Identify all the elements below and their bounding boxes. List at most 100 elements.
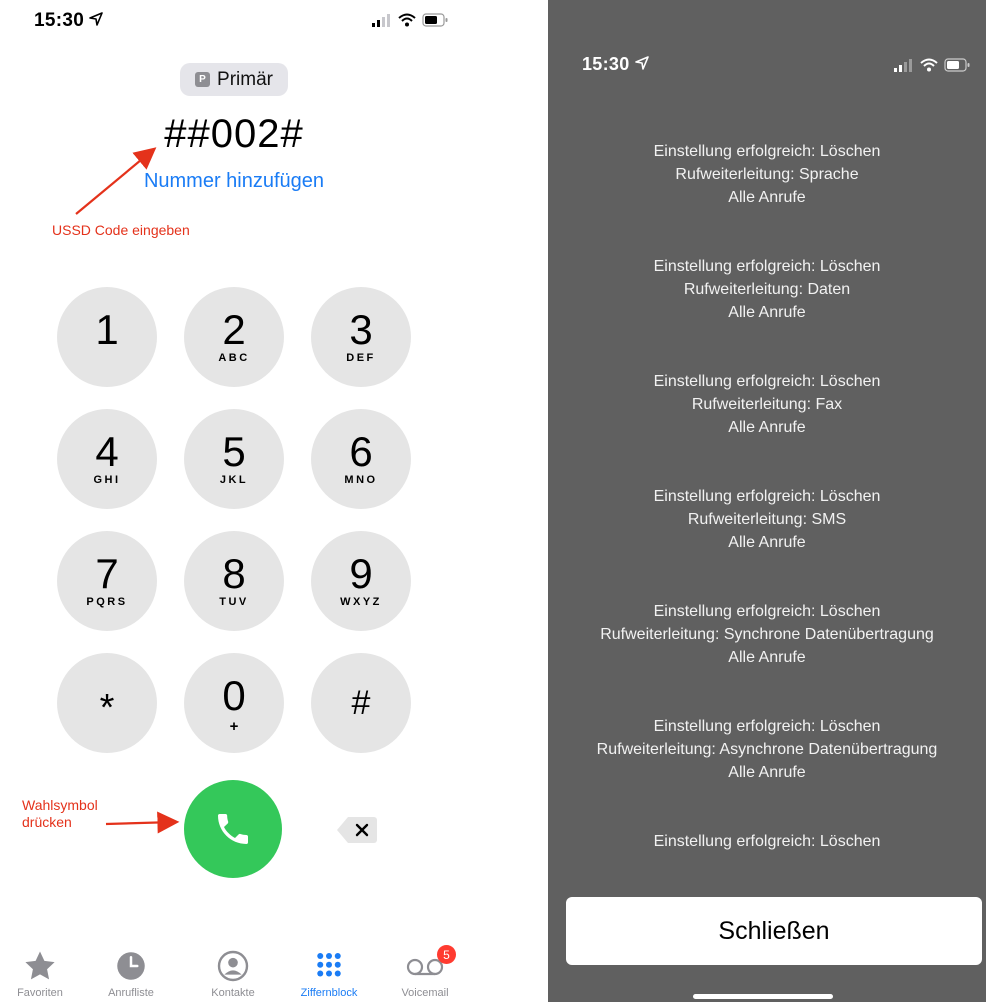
key-7[interactable]: 7 PQRS xyxy=(57,531,157,631)
clock-icon xyxy=(117,952,145,980)
screenshot-composite: 15:30 P Primär ##002# Nummer hinzufügen … xyxy=(0,0,986,1002)
key-digit: # xyxy=(351,684,371,722)
key-star[interactable]: * xyxy=(57,653,157,753)
key-digit: 3 xyxy=(349,306,373,353)
ussd-message: Einstellung erfolgreich: Löschen xyxy=(548,830,986,852)
msg-line: Rufweiterleitung: Fax xyxy=(691,396,843,413)
msg-line: Einstellung erfolgreich: Löschen xyxy=(653,718,881,735)
msg-line: Alle Anrufe xyxy=(728,649,806,666)
key-hash[interactable]: # xyxy=(311,653,411,753)
dialed-number: ##002# xyxy=(164,112,304,156)
key-2[interactable]: 2 ABC xyxy=(184,287,284,387)
ussd-result-screen: 15:30 Einstellung erfolgreich: Löschen Ru… xyxy=(548,0,986,1002)
keypad-icon xyxy=(317,953,341,977)
line-badge-icon: P xyxy=(195,72,211,87)
msg-line: Rufweiterleitung: Synchrone Datenübertra… xyxy=(600,626,934,643)
msg-line: Alle Anrufe xyxy=(728,764,806,781)
msg-line: Rufweiterleitung: Daten xyxy=(683,281,851,298)
msg-line: Einstellung erfolgreich: Löschen xyxy=(653,373,881,390)
msg-line: Einstellung erfolgreich: Löschen xyxy=(653,258,881,275)
voicemail-badge: 5 xyxy=(437,945,456,964)
dialer-screen: 15:30 P Primär ##002# Nummer hinzufügen … xyxy=(0,0,468,1002)
call-annotation: Wahlsymbol drücken xyxy=(22,797,98,830)
key-digit: 7 xyxy=(95,550,119,597)
key-digit: 5 xyxy=(222,428,246,475)
msg-line: Einstellung erfolgreich: Löschen xyxy=(653,143,881,160)
key-digit: 2 xyxy=(222,306,246,353)
msg-line: Alle Anrufe xyxy=(728,534,806,551)
msg-line: Rufweiterleitung: Sprache xyxy=(675,166,859,183)
ussd-message: Einstellung erfolgreich: Löschen Rufweite… xyxy=(548,715,986,784)
key-digit: 1 xyxy=(95,306,119,353)
status-bar: 15:30 xyxy=(548,0,986,74)
tab-anrufliste[interactable]: Anrufliste xyxy=(86,948,176,999)
msg-line: Einstellung erfolgreich: Löschen xyxy=(653,833,881,850)
tab-voicemail[interactable]: 5 Voicemail xyxy=(380,945,470,999)
key-letters: GHI xyxy=(93,474,121,486)
msg-line: Rufweiterleitung: SMS xyxy=(687,511,847,528)
tab-kontakte[interactable]: Kontakte xyxy=(188,948,278,999)
status-bar: 15:30 xyxy=(0,10,468,34)
ussd-message: Einstellung erfolgreich: Löschen Rufweite… xyxy=(548,485,986,554)
key-digit: 9 xyxy=(349,550,373,597)
tab-ziffernblock[interactable]: Ziffernblock xyxy=(284,948,374,999)
tab-label: Kontakte xyxy=(211,987,255,999)
battery-icon xyxy=(944,58,970,72)
call-arrow xyxy=(105,811,180,834)
call-button[interactable] xyxy=(184,780,282,878)
key-4[interactable]: 4 GHI xyxy=(57,409,157,509)
ussd-message: Einstellung erfolgreich: Löschen Rufweite… xyxy=(548,370,986,439)
key-3[interactable]: 3 DEF xyxy=(311,287,411,387)
status-time: 15:30 xyxy=(34,10,103,32)
signal-icon xyxy=(372,14,390,27)
msg-line: Alle Anrufe xyxy=(728,304,806,321)
key-letters: + xyxy=(229,718,239,735)
msg-line: Einstellung erfolgreich: Löschen xyxy=(653,603,881,620)
ussd-annotation: USSD Code eingeben xyxy=(52,222,190,238)
ussd-message: Einstellung erfolgreich: Löschen Rufweite… xyxy=(548,140,986,209)
tab-label: Favoriten xyxy=(17,987,63,999)
ussd-message: Einstellung erfolgreich: Löschen Rufweite… xyxy=(548,600,986,669)
tab-label: Ziffernblock xyxy=(300,987,358,999)
line-selector[interactable]: P Primär xyxy=(180,63,288,96)
phone-icon xyxy=(218,814,248,844)
key-0[interactable]: 0 + xyxy=(184,653,284,753)
msg-line: Einstellung erfolgreich: Löschen xyxy=(653,488,881,505)
ussd-message: Einstellung erfolgreich: Löschen Rufweite… xyxy=(548,255,986,324)
tab-favoriten[interactable]: Favoriten xyxy=(0,948,85,999)
star-icon xyxy=(25,951,55,980)
msg-line: Alle Anrufe xyxy=(728,419,806,436)
key-letters: ABC xyxy=(218,352,250,364)
key-letters: MNO xyxy=(344,474,378,486)
key-digit: 8 xyxy=(222,550,246,597)
key-letters: DEF xyxy=(346,352,376,364)
key-letters: PQRS xyxy=(86,596,128,608)
home-indicator[interactable] xyxy=(693,994,833,999)
close-button[interactable]: Schließen xyxy=(566,897,982,965)
key-letters: TUV xyxy=(219,596,249,608)
battery-icon xyxy=(422,13,448,27)
key-6[interactable]: 6 MNO xyxy=(311,409,411,509)
tab-label: Voicemail xyxy=(401,987,449,999)
delete-backspace-icon[interactable] xyxy=(336,815,378,845)
wifi-icon xyxy=(398,13,416,27)
key-letters: WXYZ xyxy=(340,596,382,608)
ussd-message-list[interactable]: Einstellung erfolgreich: Löschen Rufweite… xyxy=(548,140,986,852)
location-arrow-icon xyxy=(89,12,103,26)
key-digit: 4 xyxy=(95,428,119,475)
key-9[interactable]: 9 WXYZ xyxy=(311,531,411,631)
msg-line: Alle Anrufe xyxy=(728,189,806,206)
wifi-icon xyxy=(920,58,938,72)
signal-icon xyxy=(894,59,912,72)
key-digit: * xyxy=(99,687,115,729)
key-8[interactable]: 8 TUV xyxy=(184,531,284,631)
key-5[interactable]: 5 JKL xyxy=(184,409,284,509)
add-number-link[interactable]: Nummer hinzufügen xyxy=(0,170,468,193)
key-digit: 6 xyxy=(349,428,373,475)
tab-label: Anrufliste xyxy=(108,987,154,999)
key-letters: JKL xyxy=(219,474,249,486)
msg-line: Rufweiterleitung: Asynchrone Datenübertr… xyxy=(596,741,938,758)
contact-icon xyxy=(217,950,249,982)
key-1[interactable]: 1 xyxy=(57,287,157,387)
line-label: Primär xyxy=(217,68,273,90)
